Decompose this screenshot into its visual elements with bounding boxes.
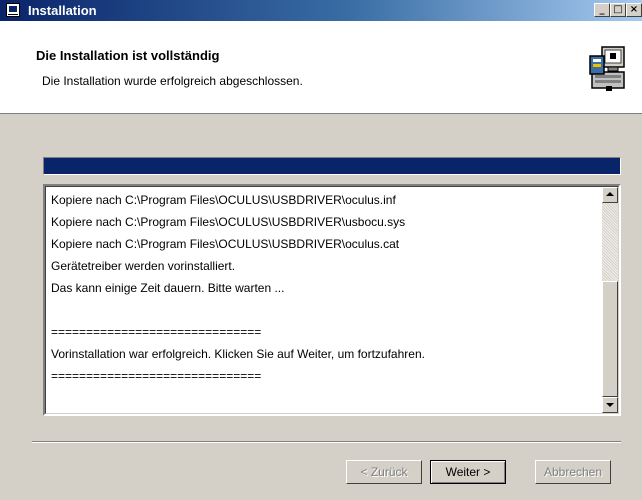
minimize-button[interactable]: _: [594, 3, 610, 17]
back-button[interactable]: < Zurück: [346, 460, 422, 484]
installer-app-icon: [6, 3, 20, 17]
log-frame: Kopiere nach C:\Program Files\OCULUS\USB…: [45, 186, 619, 414]
log-line: ==============================: [51, 325, 262, 339]
installer-computer-icon: [589, 46, 625, 91]
down-arrow-icon: [606, 403, 614, 407]
log-line: Vorinstallation war erfolgreich. Klicken…: [51, 347, 425, 361]
up-arrow-icon: [606, 192, 614, 196]
installation-progress-bar: [43, 157, 621, 175]
wizard-header: Die Installation ist vollständig Die Ins…: [0, 21, 642, 114]
next-button[interactable]: Weiter >: [430, 460, 506, 484]
log-line: Kopiere nach C:\Program Files\OCULUS\USB…: [51, 193, 396, 207]
window-title: Installation: [28, 3, 97, 18]
title-bar: Installation _ □ ×: [0, 0, 642, 21]
log-lines: Kopiere nach C:\Program Files\OCULUS\USB…: [51, 189, 596, 387]
header-subtitle: Die Installation wurde erfolgreich abges…: [42, 74, 303, 88]
header-title: Die Installation ist vollständig: [36, 48, 220, 63]
log-line: Das kann einige Zeit dauern. Bitte warte…: [51, 281, 285, 295]
progress-fill: [44, 158, 620, 174]
scroll-thumb[interactable]: [602, 281, 618, 397]
log-line: Kopiere nach C:\Program Files\OCULUS\USB…: [51, 237, 400, 251]
maximize-button[interactable]: □: [610, 3, 626, 17]
close-button[interactable]: ×: [626, 3, 642, 17]
log-scrollbar[interactable]: [602, 187, 618, 413]
log-line: Gerätetreiber werden vorinstalliert.: [51, 259, 236, 273]
scroll-down-button[interactable]: [602, 397, 618, 413]
install-log-box[interactable]: Kopiere nach C:\Program Files\OCULUS\USB…: [43, 184, 621, 416]
log-line: Kopiere nach C:\Program Files\OCULUS\USB…: [51, 215, 406, 229]
button-separator: [32, 441, 621, 443]
scroll-up-button[interactable]: [602, 187, 618, 203]
log-line: ==============================: [51, 369, 262, 383]
cancel-button[interactable]: Abbrechen: [535, 460, 611, 484]
